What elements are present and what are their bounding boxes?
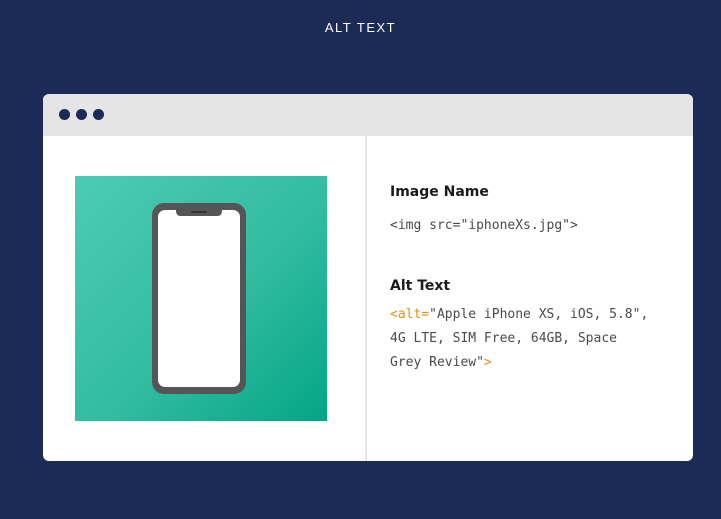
- smartphone-icon: [152, 203, 246, 394]
- alt-text-info-panel: Image Name <img src="iphoneXs.jpg"> Alt …: [390, 184, 680, 375]
- alt-tag-close: >: [483, 355, 492, 370]
- window-dot-3: [93, 109, 104, 120]
- panel-divider: [365, 136, 367, 461]
- alt-tag-open: <alt=: [390, 307, 430, 322]
- alt-text-line-3: Grey Review": [390, 355, 484, 370]
- alt-text-line-1: "Apple iPhone XS, iOS, 5.8",: [429, 307, 649, 322]
- window-dot-1: [59, 109, 70, 120]
- alt-text-line-2: 4G LTE, SIM Free, 64GB, Space: [390, 331, 617, 346]
- image-name-code: <img src="iphoneXs.jpg">: [390, 218, 578, 233]
- alt-text-code: <alt="Apple iPhone XS, iOS, 5.8", 4G LTE…: [390, 303, 680, 375]
- image-name-heading: Image Name: [390, 184, 489, 200]
- page-heading: ALT TEXT: [324, 20, 397, 35]
- alt-text-heading: Alt Text: [390, 278, 451, 294]
- window-title-bar: [43, 94, 693, 136]
- browser-window: Image Name <img src="iphoneXs.jpg"> Alt …: [43, 94, 693, 461]
- window-dot-2: [76, 109, 87, 120]
- product-image-panel: [75, 176, 327, 421]
